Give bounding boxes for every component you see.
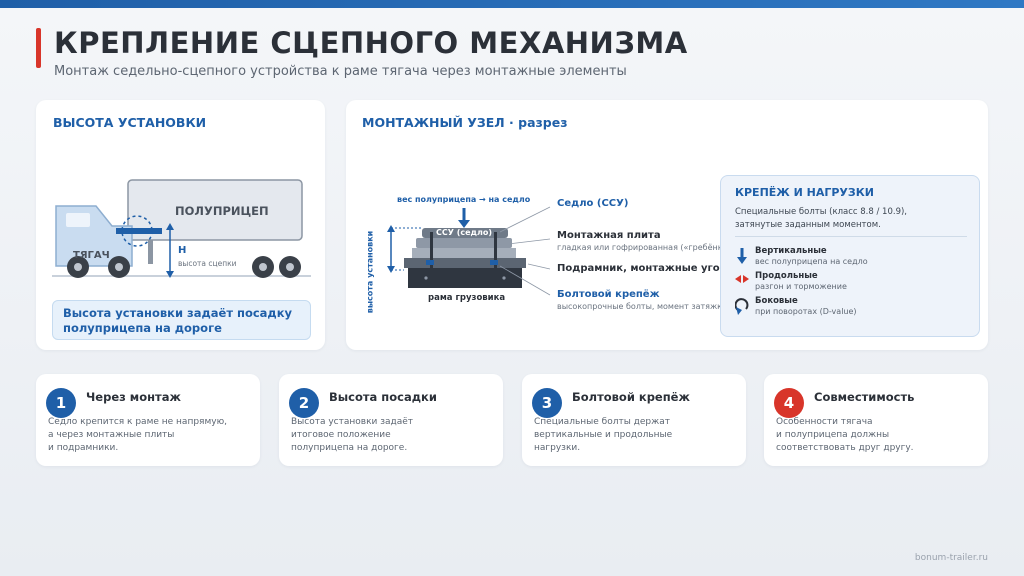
truck-diagram — [52, 179, 311, 278]
callout-bolts: Болтовой крепёж — [557, 289, 660, 300]
weight-label: вес полуприцепа → на седло — [397, 195, 531, 204]
step-number-badge: 3 — [532, 388, 562, 418]
loads-desc-line: Специальные болты (класс 8.8 / 10.9), — [735, 207, 907, 217]
step-text-line: и подрамники. — [48, 443, 119, 453]
load-item-title: Боковые — [755, 296, 798, 306]
load-item-title: Вертикальные — [755, 246, 827, 256]
load-item-lateral: Боковые при поворотах (D-value) — [735, 296, 971, 320]
step-text-line: нагрузки. — [534, 443, 581, 453]
semitrailer-label: ПОЛУПРИЦЕП — [175, 204, 269, 218]
tractor-label: ТЯГАЧ — [73, 250, 110, 261]
frame-bolt-hole — [424, 276, 428, 280]
step-card-2: 2 Высота посадки Высота установки задаёт… — [279, 374, 503, 466]
step-text-line: полуприцепа на дороге. — [291, 443, 408, 453]
wheel-hub — [286, 263, 294, 271]
mounting-node-card: МОНТАЖНЫЙ УЗЕЛ · разрез вес полуприцепа … — [346, 100, 988, 350]
step-title: Высота посадки — [329, 390, 437, 404]
step-text-line: соответствовать друг другу. — [776, 443, 914, 453]
step-text-line: а через монтажные плиты — [48, 430, 175, 440]
step-text: Седло крепится к раме не напрямую, а чер… — [48, 416, 252, 455]
callout-subframe: Подрамник, монтажные уголки — [557, 263, 741, 274]
step-card-4: 4 Совместимость Особенности тягача и пол… — [764, 374, 988, 466]
callout-mounting-plate: Монтажная плита — [557, 230, 661, 241]
vertical-axis-label: высота установки — [365, 230, 375, 314]
frame-label: рама грузовика — [428, 293, 506, 303]
height-h-sub: высота сцепки — [178, 259, 237, 268]
double-arrow-icon — [735, 275, 749, 283]
footer-site-link[interactable]: bonum-trailer.ru — [915, 553, 988, 563]
load-item-sub: при поворотах (D-value) — [755, 307, 857, 316]
load-item-vertical: Вертикальные вес полуприцепа на седло — [735, 246, 971, 270]
load-item-longitudinal: Продольные разгон и торможение — [735, 271, 971, 295]
page-subtitle: Монтаж седельно-сцепного устройства к ра… — [54, 64, 627, 79]
semitrailer-support — [148, 240, 153, 264]
load-item-title: Продольные — [755, 271, 818, 281]
load-item-sub: разгон и торможение — [755, 282, 847, 291]
callout-mounting-plate-sub: гладкая или гофрированная («гребёнка») — [557, 243, 736, 252]
loads-title: КРЕПЁЖ И НАГРУЗКИ — [735, 186, 874, 199]
load-arrow-head — [458, 220, 470, 228]
step-text-line: Седло крепится к раме не напрямую, — [48, 417, 228, 427]
step-number-badge: 4 — [774, 388, 804, 418]
step-text: Специальные болты держат вертикальные и … — [534, 416, 738, 455]
height-note: Высота установки задаёт посадку полуприц… — [52, 300, 311, 340]
step-number-badge: 2 — [289, 388, 319, 418]
step-number-badge: 1 — [46, 388, 76, 418]
step-text-line: Высота установки задаёт — [291, 417, 414, 427]
loads-desc-line: затянутые заданным моментом. — [735, 220, 881, 230]
step-text: Высота установки задаёт итоговое положен… — [291, 416, 495, 455]
step-card-1: 1 Через монтаж Седло крепится к раме не … — [36, 374, 260, 466]
load-item-sub: вес полуприцепа на седло — [755, 257, 868, 266]
wheel-hub — [259, 263, 267, 271]
step-text-line: итоговое положение — [291, 430, 391, 440]
top-accent-bar — [0, 0, 1024, 8]
page-title: КРЕПЛЕНИЕ СЦЕПНОГО МЕХАНИЗМА — [54, 26, 688, 60]
callout-bolts-sub: высокопрочные болты, момент затяжки — [557, 302, 728, 311]
wheel-hub — [115, 263, 123, 271]
arrow-down-icon — [737, 248, 747, 264]
ssu-inline-label: ССУ (седло) — [436, 228, 492, 237]
loads-description: Специальные болты (класс 8.8 / 10.9), за… — [735, 206, 907, 232]
step-card-3: 3 Болтовой крепёж Специальные болты держ… — [522, 374, 746, 466]
height-card: ВЫСОТА УСТАНОВКИ ПОЛУПРИЦЕП ТЯГАЧ H высо… — [36, 100, 325, 350]
title-accent-mark — [36, 28, 41, 68]
loads-divider — [735, 236, 967, 237]
bolt-plate — [426, 260, 434, 265]
step-title: Болтовой крепёж — [572, 390, 690, 404]
loads-panel: КРЕПЁЖ И НАГРУЗКИ Специальные болты (кла… — [720, 175, 980, 337]
step-text-line: Особенности тягача — [776, 417, 873, 427]
step-text-line: вертикальные и продольные — [534, 430, 673, 440]
step-text-line: и полуприцепа должны — [776, 430, 890, 440]
callout-saddle: Седло (ССУ) — [557, 198, 629, 209]
step-title: Через монтаж — [86, 390, 181, 404]
curved-arrow-icon — [735, 298, 749, 315]
node-card-title: МОНТАЖНЫЙ УЗЕЛ · разрез — [362, 115, 568, 130]
step-title: Совместимость — [814, 390, 915, 404]
tractor-window — [66, 213, 90, 227]
step-text: Особенности тягача и полуприцепа должны … — [776, 416, 980, 455]
step-text-line: Специальные болты держат — [534, 417, 670, 427]
wheel-hub — [74, 263, 82, 271]
height-h-label: H — [178, 245, 187, 256]
